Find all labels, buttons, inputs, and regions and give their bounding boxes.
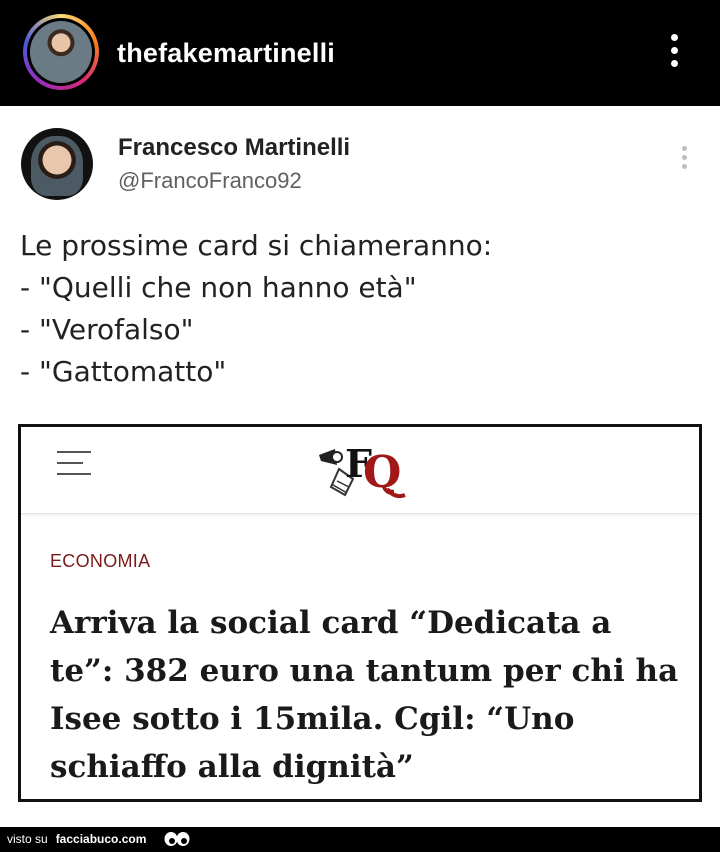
hamburger-menu-icon[interactable] [57, 451, 91, 475]
headline-line: Isee sotto i 15mila. Cgil: “Uno [50, 701, 575, 737]
article-site-header: F Q [21, 427, 699, 514]
profile-username[interactable]: thefakemartinelli [117, 38, 335, 69]
tweet-text-line: Le prossime card si chiameranno: [20, 229, 493, 262]
logo-letter-q: Q [363, 447, 401, 498]
watermark-bar: visto su facciabuco.com [0, 827, 720, 852]
watermark-site[interactable]: facciabuco.com [56, 832, 147, 846]
avatar-photo [31, 136, 83, 196]
article-card[interactable]: F Q ECONOMIA Arriva la social card “Dedi… [18, 424, 702, 802]
watermark-prefix: visto su [7, 832, 48, 846]
avatar-photo [30, 21, 92, 83]
tweet-text-line: - "Verofalso" [20, 313, 194, 346]
headline-line: te”: 382 euro una tantum per chi ha [50, 653, 679, 689]
eyes-icon [164, 832, 190, 846]
tweet-text-line: - "Quelli che non hanno età" [20, 271, 417, 304]
fatto-quotidiano-logo[interactable]: F Q [315, 435, 409, 505]
headline-line: schiaffo alla dignità” [50, 749, 414, 785]
tweet-author-name[interactable]: Francesco Martinelli [118, 134, 350, 162]
article-section-label[interactable]: ECONOMIA [50, 551, 150, 572]
tweet-more-icon[interactable] [680, 146, 688, 174]
tweet-text-line: - "Gattomatto" [20, 355, 227, 388]
article-headline[interactable]: Arriva la social card “Dedicata a te”: 3… [50, 599, 680, 791]
watermark-text: visto su facciabuco.com [7, 832, 146, 846]
more-options-icon[interactable] [665, 34, 683, 74]
instagram-header: thefakemartinelli [0, 0, 720, 106]
headline-line: Arriva la social card “Dedicata a [50, 605, 612, 641]
tweet-author-handle[interactable]: @FrancoFranco92 [118, 168, 302, 194]
tweet-text: Le prossime card si chiameranno: - "Quel… [20, 225, 700, 393]
tweet-author-avatar[interactable] [21, 128, 93, 200]
profile-avatar[interactable] [23, 14, 99, 90]
